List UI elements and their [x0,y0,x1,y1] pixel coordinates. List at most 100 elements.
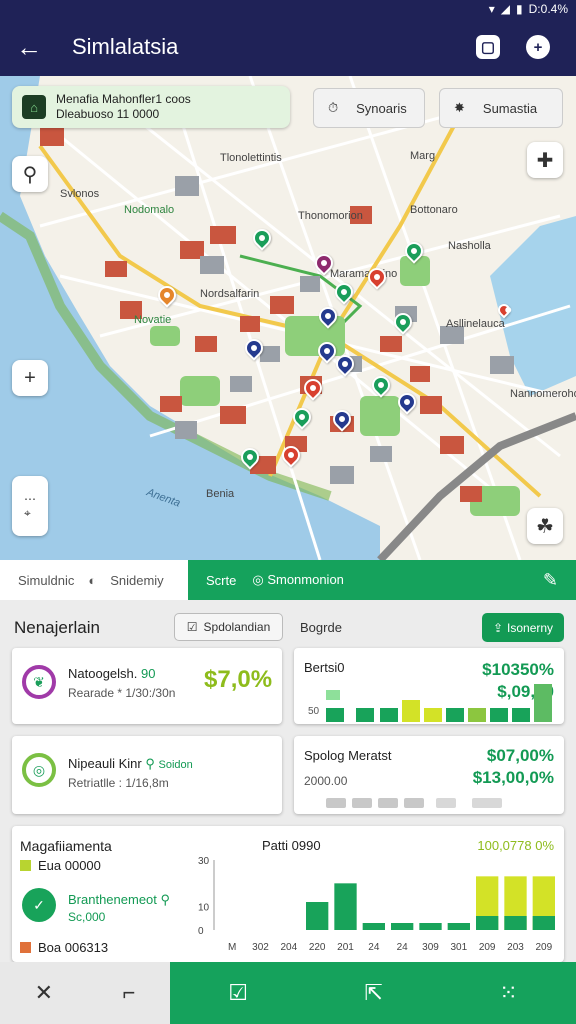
map-label: Novatie [134,314,172,326]
battery-icon: ▮ [516,2,523,16]
bar [362,923,385,930]
map-label: Marg [410,150,436,162]
crop-icon[interactable]: ⌐ [122,980,135,1006]
card-title-value: 90 [141,666,156,681]
map-logo-icon: ⌂ [22,95,46,119]
checkbox-icon: ☑ [186,620,198,634]
legend-swatch [20,942,31,953]
person-icon[interactable]: ⚲ [12,156,48,192]
card-title-value: 0 [337,660,345,675]
sumastia-label: Sumastia [482,100,538,116]
legend-swatch [20,860,31,871]
synoaris-label: Synoaris [356,100,407,116]
card-title: Bertsi0 [304,660,344,675]
bar-segment [476,916,499,930]
status-time: D:0.4% [528,2,568,16]
circle-icon: ◎ [22,753,56,787]
export-icon: ⇪ [492,620,504,635]
bar [391,923,414,930]
map-view[interactable]: ⌂ Menafia Mahonfler1 coos Dleabuoso 11 0… [0,76,576,560]
x-tick-label: 201 [337,942,354,953]
plus-circle-icon[interactable]: + [526,35,550,59]
map-label: Tlonolettintis [220,152,282,164]
card-subtitle: Rearade * 1/30:/30n [68,686,176,700]
stat-card[interactable]: ❦ Natoogelsh. 90 Rearade * 1/30:/30n $7,… [12,648,282,724]
bar [334,883,357,930]
bar [447,923,470,930]
location-card[interactable]: ⌂ Menafia Mahonfler1 coos Dleabuoso 11 0… [12,86,290,128]
x-tick-label: 301 [450,942,467,953]
location-pin-icon: ⚲ [145,756,155,771]
x-tick-label: 220 [309,942,326,953]
bar-chart: 30 10 0 M 302 204 220 201 24 24 309 301 209 203 209 [198,856,555,953]
x-tick-label: 309 [422,942,439,953]
card-subtitle: Retriatlle : 1/16,8m [68,776,169,790]
share-icon[interactable]: ⇱ [364,980,382,1006]
location-pin-icon: ⚲ [160,892,171,907]
tab-simuldnic[interactable]: Simuldnic ◐ Snidemiy [0,560,188,600]
bar-segment [504,916,527,930]
axis-label: 2000.00 [304,774,348,788]
stat-card[interactable]: ◎ Nipeauli Kinr ⚲ Soidon Retriatlle : 1/… [12,736,282,814]
card-title: Nipeauli Kinr ⚲ Soidon [68,756,193,772]
card-tag: Soidon [158,759,193,771]
panel-title: Nenajerlain [14,618,100,637]
calendar-check-icon[interactable]: ☑ [228,980,248,1006]
tab-label: Snidemiy [110,572,164,588]
map-label: Thonomorion [298,210,363,222]
zoom-in-button[interactable]: + [12,360,48,396]
card-title-text: Natoogelsh. [68,666,138,681]
action-label: Isonerny [507,620,554,635]
grid-icon[interactable]: ⁙ [499,980,517,1006]
stat-card[interactable]: Spolog Meratst 2000.00 $07,00% $13,00,0% [294,736,564,814]
square-icon[interactable]: ▢ [476,35,500,59]
card-title: Natoogelsh. 90 [68,666,155,681]
bar-segment [532,916,555,930]
timer-icon: ⏱ [328,100,339,115]
leaf-icon: ❦ [22,665,56,699]
primary-action-button[interactable]: ⇪ Isonerny [482,613,564,642]
close-icon[interactable]: ✕ [35,980,53,1006]
row-title-text: Branthenemeot [68,892,157,907]
back-arrow-icon[interactable]: ← [0,32,58,63]
legend-label: Eua 00000 [38,858,101,873]
layers-icon[interactable]: ☘ [527,508,563,544]
location-title: Menafia Mahonfler1 coos [56,92,191,106]
tab-scrte[interactable]: Scrte ◎ Smonmonion ✎ [188,560,576,600]
mini-bar-chart [326,684,552,722]
row-title: Branthenemeot ⚲ [68,892,170,908]
card-value-1: $07,00% [486,746,554,765]
x-tick-label: 24 [397,942,409,953]
map-label: Bottonaro [410,204,458,216]
x-tick-label: 204 [280,942,297,953]
legend-label: Boa 006313 [38,940,109,955]
bar [306,902,329,930]
tab-smonmonion[interactable]: ◎ Smonmonion [252,572,344,588]
tab-label: Smonmonion [267,572,344,587]
compass-icon[interactable]: ✚ [527,142,563,178]
card-value-1: $10350% [482,660,554,679]
y-tick-label: 0 [198,926,204,937]
map-label: Svlonos [60,188,100,200]
card-title-text: Bertsi [304,660,338,675]
status-bar: ▾ ◢ ▮ D:0.4% [0,0,576,18]
pin-icon[interactable]: ✎ [543,570,558,591]
card-title-text: Nipeauli Kinr [68,756,142,771]
card-value: $7,0% [204,666,273,693]
stat-card[interactable]: Bertsi0 $10350% $,09,80 50 [294,648,564,724]
tab-bar: Simuldnic ◐ Snidemiy Scrte ◎ Smonmonion … [0,560,576,600]
x-tick-label: M [228,942,236,953]
tab-label: Scrte [206,572,237,588]
map-label: Asllinelauca [446,318,505,330]
axis-label: 50 [308,706,320,717]
sumastia-button[interactable]: ✸ Sumastia [439,88,563,128]
filter-chip[interactable]: ☑ Spdolandian [174,613,283,641]
synoaris-button[interactable]: ⏱ Synoaris [313,88,425,128]
locate-icon[interactable]: ⋯ ⌖ [12,476,48,536]
check-icon: ✓ [22,888,56,922]
signal-icon: ◢ [500,2,511,16]
map-label: Nannomeroho [510,388,576,400]
location-subtitle: Dleabuoso 11 0000 [56,107,160,121]
map-label: Nodomalo [124,204,175,216]
tool-icon: ✸ [454,100,465,115]
